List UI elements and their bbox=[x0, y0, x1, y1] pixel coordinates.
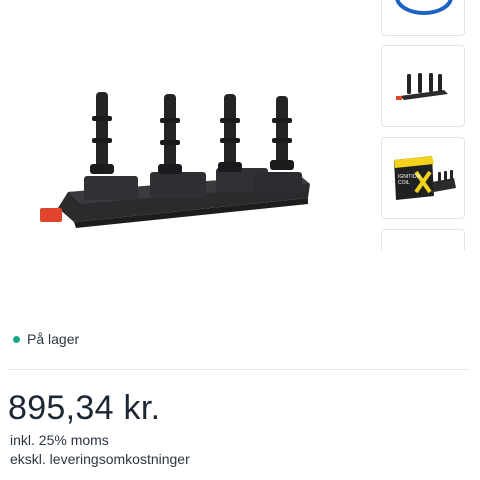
ignition-coil-pack-image[interactable] bbox=[28, 80, 328, 240]
delivery-note: ekskl. leveringsomkostninger bbox=[10, 451, 190, 467]
connector-red bbox=[40, 208, 62, 222]
ignition-coil-icon bbox=[396, 73, 448, 100]
ignition-coil-box-thumbnail[interactable]: IGNITION COIL bbox=[381, 137, 465, 219]
thumbnail-list: IGNITION COIL bbox=[381, 0, 465, 250]
brand-logo-icon bbox=[395, 0, 453, 15]
more-thumbnail[interactable] bbox=[381, 229, 465, 250]
price: 895,34 kr. bbox=[8, 389, 161, 427]
ignition-coil-packaging-icon: IGNITION COIL bbox=[394, 156, 456, 200]
box-text-line2: COIL bbox=[398, 180, 410, 186]
vat-note: inkl. 25% moms bbox=[10, 432, 109, 448]
in-stock-dot-icon bbox=[13, 335, 20, 343]
brand-logo-thumbnail[interactable] bbox=[381, 0, 465, 36]
stock-label: På lager bbox=[27, 331, 80, 347]
stock-status: På lager bbox=[13, 329, 79, 349]
ignition-coil-thumbnail[interactable] bbox=[381, 45, 465, 127]
divider bbox=[8, 369, 470, 370]
